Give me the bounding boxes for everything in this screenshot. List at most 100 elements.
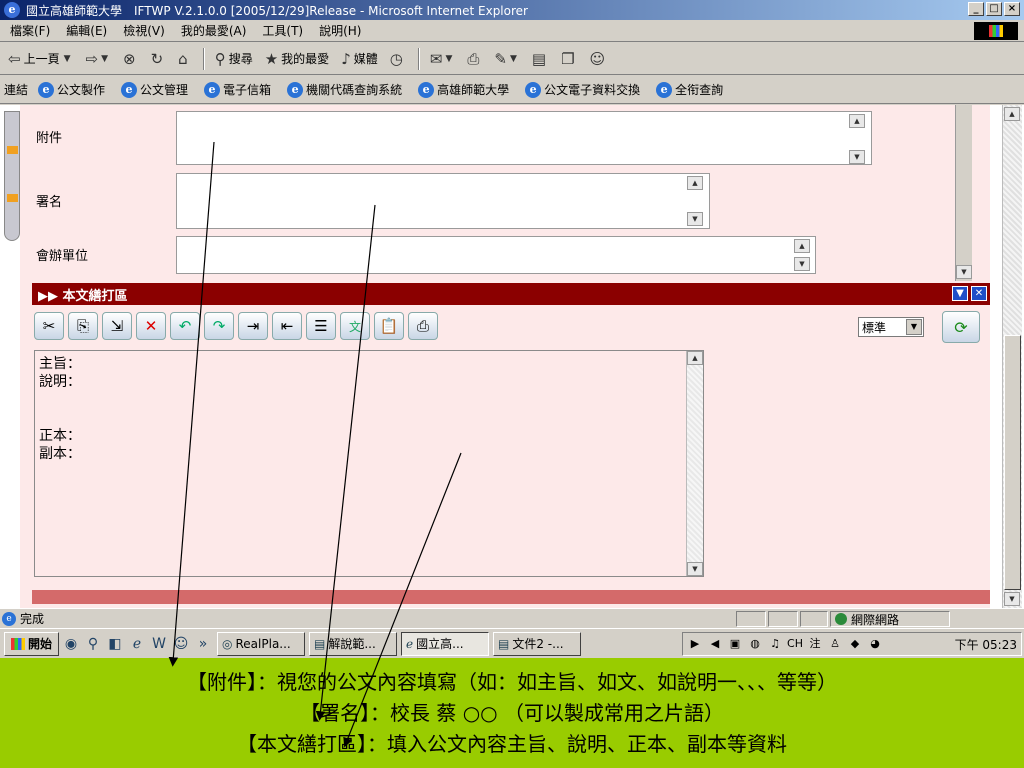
- tray-shield-icon[interactable]: ◆: [847, 637, 863, 651]
- scroll-up-icon[interactable]: ▲: [687, 351, 703, 365]
- discuss-button[interactable]: ▤: [532, 50, 549, 68]
- delete-icon[interactable]: ✕: [136, 312, 166, 340]
- research-icon: ❐: [561, 49, 575, 68]
- history-button[interactable]: ◷: [390, 50, 406, 68]
- clipboard-icon[interactable]: 📋: [374, 312, 404, 340]
- scroll-up-icon[interactable]: ▲: [687, 176, 703, 190]
- quicklaunch-word-icon[interactable]: W: [149, 634, 169, 654]
- scroll-down-icon[interactable]: ▼: [794, 257, 810, 271]
- style-select[interactable]: 標準 ▼: [858, 317, 924, 337]
- quicklaunch-desktop-icon[interactable]: ◧: [105, 634, 125, 654]
- volume-icon[interactable]: ◀: [707, 637, 723, 651]
- forward-button[interactable]: ⇨ ▼: [86, 50, 112, 68]
- language-ch-icon[interactable]: CH: [787, 637, 803, 651]
- media-button[interactable]: ♪ 媒體: [341, 50, 378, 68]
- body-text-editor[interactable]: 主旨： 說明： 正本： 副本： ▲ ▼: [34, 350, 704, 577]
- search-button[interactable]: ⚲ 搜尋: [215, 50, 253, 68]
- minimize-button[interactable]: _: [968, 2, 984, 16]
- favorites-button[interactable]: ★ 我的最愛: [265, 50, 329, 68]
- signature-field[interactable]: ▲ ▼: [176, 173, 710, 229]
- scroll-up-icon[interactable]: ▲: [849, 114, 865, 128]
- editor-scrollbar[interactable]: ▲ ▼: [686, 351, 703, 576]
- task-realplayer[interactable]: ◎ RealPla...: [217, 631, 306, 656]
- scroll-down-icon[interactable]: ▼: [956, 265, 972, 279]
- link-title-query[interactable]: e 全衔查詢: [656, 81, 723, 98]
- refresh-button[interactable]: ↻: [151, 50, 167, 68]
- edit-button[interactable]: ✎ ▼: [494, 50, 520, 68]
- scroll-down-icon[interactable]: ▼: [849, 150, 865, 164]
- scroll-down-icon[interactable]: ▼: [1004, 592, 1020, 606]
- messenger-button[interactable]: ☺: [590, 50, 609, 68]
- attachment-field[interactable]: ▲ ▼: [176, 111, 872, 165]
- back-label: 上一頁: [23, 52, 60, 66]
- chevron-down-icon[interactable]: ▼: [906, 319, 922, 335]
- menu-edit[interactable]: 編輯(E): [66, 22, 107, 39]
- mail-button[interactable]: ✉ ▼: [430, 50, 456, 68]
- undo-icon[interactable]: ↶: [170, 312, 200, 340]
- link-document-manage[interactable]: e 公文管理: [121, 81, 188, 98]
- menu-tools[interactable]: 工具(T): [262, 22, 303, 39]
- tray-sound-icon[interactable]: ♫: [767, 637, 783, 651]
- scroll-down-icon[interactable]: ▼: [687, 562, 703, 576]
- arrow-right-icon[interactable]: [7, 146, 18, 154]
- link-document-create[interactable]: e 公文製作: [38, 81, 105, 98]
- menu-favorites[interactable]: 我的最愛(A): [181, 22, 247, 39]
- tray-user-icon[interactable]: ♙: [827, 637, 843, 651]
- menu-help[interactable]: 說明(H): [319, 22, 361, 39]
- stop-button[interactable]: ⊗: [123, 50, 139, 68]
- network-icon[interactable]: ▣: [727, 637, 743, 651]
- link-university[interactable]: e 高雄師範大學: [418, 81, 509, 98]
- collapse-icon[interactable]: ▼: [952, 286, 968, 301]
- copy-icon[interactable]: ⎘: [68, 312, 98, 340]
- section-header: ▶▶ 本文繕打區 ▼ ✕: [32, 283, 990, 305]
- upper-scrollbar[interactable]: ▼: [955, 105, 972, 281]
- start-button[interactable]: 開始: [4, 631, 60, 656]
- phrase-icon[interactable]: 文: [340, 312, 370, 340]
- scroll-down-icon[interactable]: ▼: [687, 212, 703, 226]
- link-email[interactable]: e 電子信箱: [204, 81, 271, 98]
- side-toggle-bar[interactable]: [4, 111, 20, 241]
- task-word-example[interactable]: ▤ 解說範...: [309, 631, 398, 656]
- back-button[interactable]: ⇦ 上一頁 ▼: [8, 50, 74, 68]
- ime-icon[interactable]: 注: [807, 637, 823, 651]
- indent-icon[interactable]: ⇥: [238, 312, 268, 340]
- scroll-up-icon[interactable]: ▲: [1004, 107, 1020, 121]
- page-scrollbar[interactable]: ▲ ▼: [1002, 105, 1022, 608]
- co-unit-field[interactable]: ▲ ▼: [176, 236, 816, 274]
- home-button[interactable]: ⌂: [178, 50, 191, 68]
- favorites-icon: ★: [264, 49, 279, 68]
- redo-icon[interactable]: ↷: [204, 312, 234, 340]
- menu-file[interactable]: 檔案(F): [10, 22, 50, 39]
- quicklaunch-more-icon[interactable]: »: [193, 634, 213, 654]
- tray-app-icon[interactable]: ◍: [747, 637, 763, 651]
- close-button[interactable]: ×: [1004, 2, 1020, 16]
- media-play-icon[interactable]: ▶: [687, 637, 703, 651]
- search-label: 搜尋: [228, 52, 253, 66]
- arrow-left-icon[interactable]: [7, 194, 18, 202]
- task-word-doc2[interactable]: ▤ 文件2 -...: [493, 631, 582, 656]
- paste-icon[interactable]: ⇲: [102, 312, 132, 340]
- scroll-up-icon[interactable]: ▲: [794, 239, 810, 253]
- browser-content: 附件 ▲ ▼ 署名 ▲ ▼ 會辦單位 ▲ ▼ ▼ ▶▶ 本文繕打區 ▼ ✕ ✂ …: [0, 105, 1024, 608]
- quicklaunch-search-icon[interactable]: ⚲: [83, 634, 103, 654]
- forward-arrow-icon: ⇨: [85, 49, 99, 68]
- quicklaunch-ie-icon[interactable]: ℯ: [127, 634, 147, 654]
- quicklaunch-media-icon[interactable]: ◉: [61, 634, 81, 654]
- scroll-thumb[interactable]: [1004, 335, 1021, 590]
- cut-icon[interactable]: ✂: [34, 312, 64, 340]
- outdent-icon[interactable]: ⇤: [272, 312, 302, 340]
- close-icon[interactable]: ✕: [971, 286, 987, 301]
- window-title-bar[interactable]: e 國立高雄師範大學 IFTWP V.2.1.0.0 [2005/12/29]R…: [0, 0, 1024, 20]
- menu-view[interactable]: 檢視(V): [123, 22, 165, 39]
- print-icon[interactable]: ⎙: [408, 312, 438, 340]
- quicklaunch-messenger-icon[interactable]: ☺: [171, 634, 191, 654]
- tray-globe-icon[interactable]: ◕: [867, 637, 883, 651]
- link-agency-code[interactable]: e 機關代碼查詢系統: [287, 81, 402, 98]
- numbered-list-icon[interactable]: ☰: [306, 312, 336, 340]
- print-button[interactable]: ⎙: [467, 50, 482, 68]
- link-data-exchange[interactable]: e 公文電子資料交換: [525, 81, 640, 98]
- task-ie-active[interactable]: ℯ 國立高...: [401, 631, 490, 656]
- research-button[interactable]: ❐: [561, 50, 577, 68]
- refresh-icon[interactable]: ⟳: [942, 311, 980, 343]
- maximize-button[interactable]: □: [986, 2, 1002, 16]
